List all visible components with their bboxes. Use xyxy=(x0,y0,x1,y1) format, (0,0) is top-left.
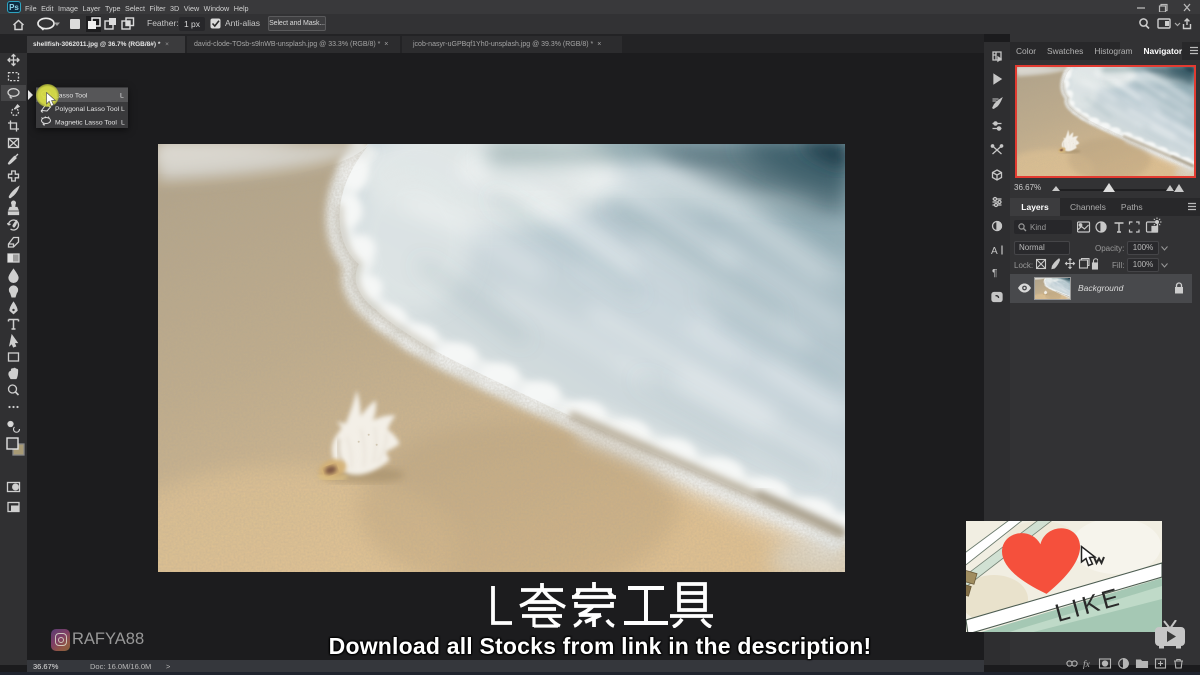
svg-text:Polygonal Lasso Tool: Polygonal Lasso Tool xyxy=(55,106,120,113)
svg-text:A: A xyxy=(991,246,998,257)
svg-text:L: L xyxy=(121,119,125,126)
svg-text:¶: ¶ xyxy=(992,268,997,279)
svg-text:Magnetic Lasso Tool: Magnetic Lasso Tool xyxy=(55,119,117,126)
svg-text:L: L xyxy=(120,92,124,99)
svg-text:L: L xyxy=(121,106,125,113)
svg-text:Lasso Tool: Lasso Tool xyxy=(55,92,88,99)
svg-text:fx: fx xyxy=(1083,659,1091,669)
